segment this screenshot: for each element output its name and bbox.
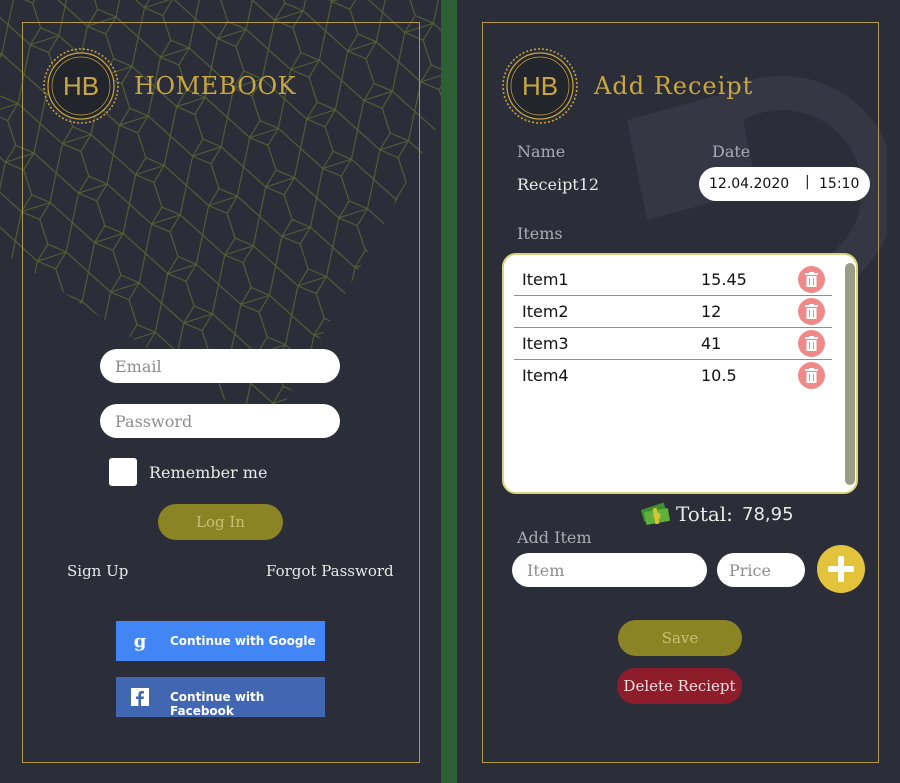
- trash-icon: [805, 304, 818, 319]
- save-button[interactable]: Save: [618, 620, 742, 656]
- logo-text: HB: [63, 71, 99, 101]
- date-time-separator: |: [805, 174, 810, 190]
- item-name: Item1: [522, 270, 569, 289]
- facebook-button-label: Continue with Facebook: [170, 690, 265, 718]
- google-icon: g: [134, 631, 147, 651]
- receipt-name-value[interactable]: Receipt12: [517, 175, 599, 194]
- trash-icon: [805, 368, 818, 383]
- email-input[interactable]: [100, 349, 340, 383]
- add-receipt-screen: HB Add Receipt Name Date Receipt12 12.04…: [457, 0, 900, 783]
- list-item[interactable]: Item3 41: [514, 327, 832, 360]
- item-name-input[interactable]: [512, 553, 707, 587]
- price-field[interactable]: [717, 553, 805, 587]
- svg-text:g: g: [134, 631, 147, 651]
- date-label: Date: [712, 142, 751, 161]
- facebook-login-button[interactable]: Continue with Facebook: [116, 677, 325, 718]
- price-input[interactable]: [717, 553, 805, 587]
- item-price: 10.5: [701, 366, 737, 385]
- item-price: 12: [701, 302, 722, 321]
- item-name: Item2: [522, 302, 569, 321]
- delete-item-button[interactable]: [798, 298, 825, 325]
- item-name-field[interactable]: [512, 553, 707, 587]
- delete-item-button[interactable]: [798, 266, 825, 293]
- items-label: Items: [517, 224, 563, 243]
- password-field[interactable]: [100, 404, 340, 438]
- delete-item-button[interactable]: [798, 362, 825, 389]
- remember-checkbox[interactable]: [109, 458, 137, 486]
- hb-logo: HB: [42, 47, 120, 125]
- money-icon: [640, 502, 670, 525]
- items-list: Item1 15.45 Item2 12 Item3 41 Item4 10.5: [502, 253, 858, 494]
- item-name: Item3: [522, 334, 569, 353]
- brand-title: HOMEBOOK: [134, 72, 297, 100]
- google-button-label: Continue with Google: [170, 634, 316, 648]
- trash-icon: [805, 272, 818, 287]
- add-item-button[interactable]: [817, 545, 865, 593]
- date-value: 12.04.2020: [709, 176, 790, 192]
- hb-logo: HB: [501, 47, 579, 125]
- date-time-picker[interactable]: 12.04.2020 | 15:10: [699, 167, 870, 201]
- item-name: Item4: [522, 366, 569, 385]
- item-price: 15.45: [701, 270, 747, 289]
- logo-text: HB: [522, 71, 558, 101]
- item-price: 41: [701, 334, 722, 353]
- trash-icon: [805, 336, 818, 351]
- email-field[interactable]: [100, 349, 340, 383]
- items-scrollbar[interactable]: [845, 263, 855, 485]
- time-value: 15:10: [819, 176, 860, 192]
- add-item-label: Add Item: [517, 528, 592, 547]
- total-label: Total:: [676, 502, 733, 526]
- list-item[interactable]: Item1 15.45: [514, 263, 832, 296]
- login-button[interactable]: Log In: [158, 504, 283, 540]
- page-title: Add Receipt: [594, 72, 754, 100]
- forgot-password-link[interactable]: Forgot Password: [266, 562, 394, 580]
- total-value: 78,95: [742, 504, 794, 525]
- plus-icon: [828, 556, 854, 582]
- list-item[interactable]: Item4 10.5: [514, 359, 832, 391]
- signup-link[interactable]: Sign Up: [67, 562, 128, 580]
- google-login-button[interactable]: g Continue with Google: [116, 621, 325, 661]
- remember-label: Remember me: [149, 463, 268, 482]
- name-label: Name: [517, 142, 566, 161]
- facebook-icon: [131, 688, 149, 706]
- delete-item-button[interactable]: [798, 330, 825, 357]
- password-input[interactable]: [100, 404, 340, 438]
- list-item[interactable]: Item2 12: [514, 295, 832, 328]
- login-screen: HB HOMEBOOK Remember me Log In Sign Up F…: [0, 0, 441, 783]
- delete-receipt-button[interactable]: Delete Reciept: [617, 668, 742, 704]
